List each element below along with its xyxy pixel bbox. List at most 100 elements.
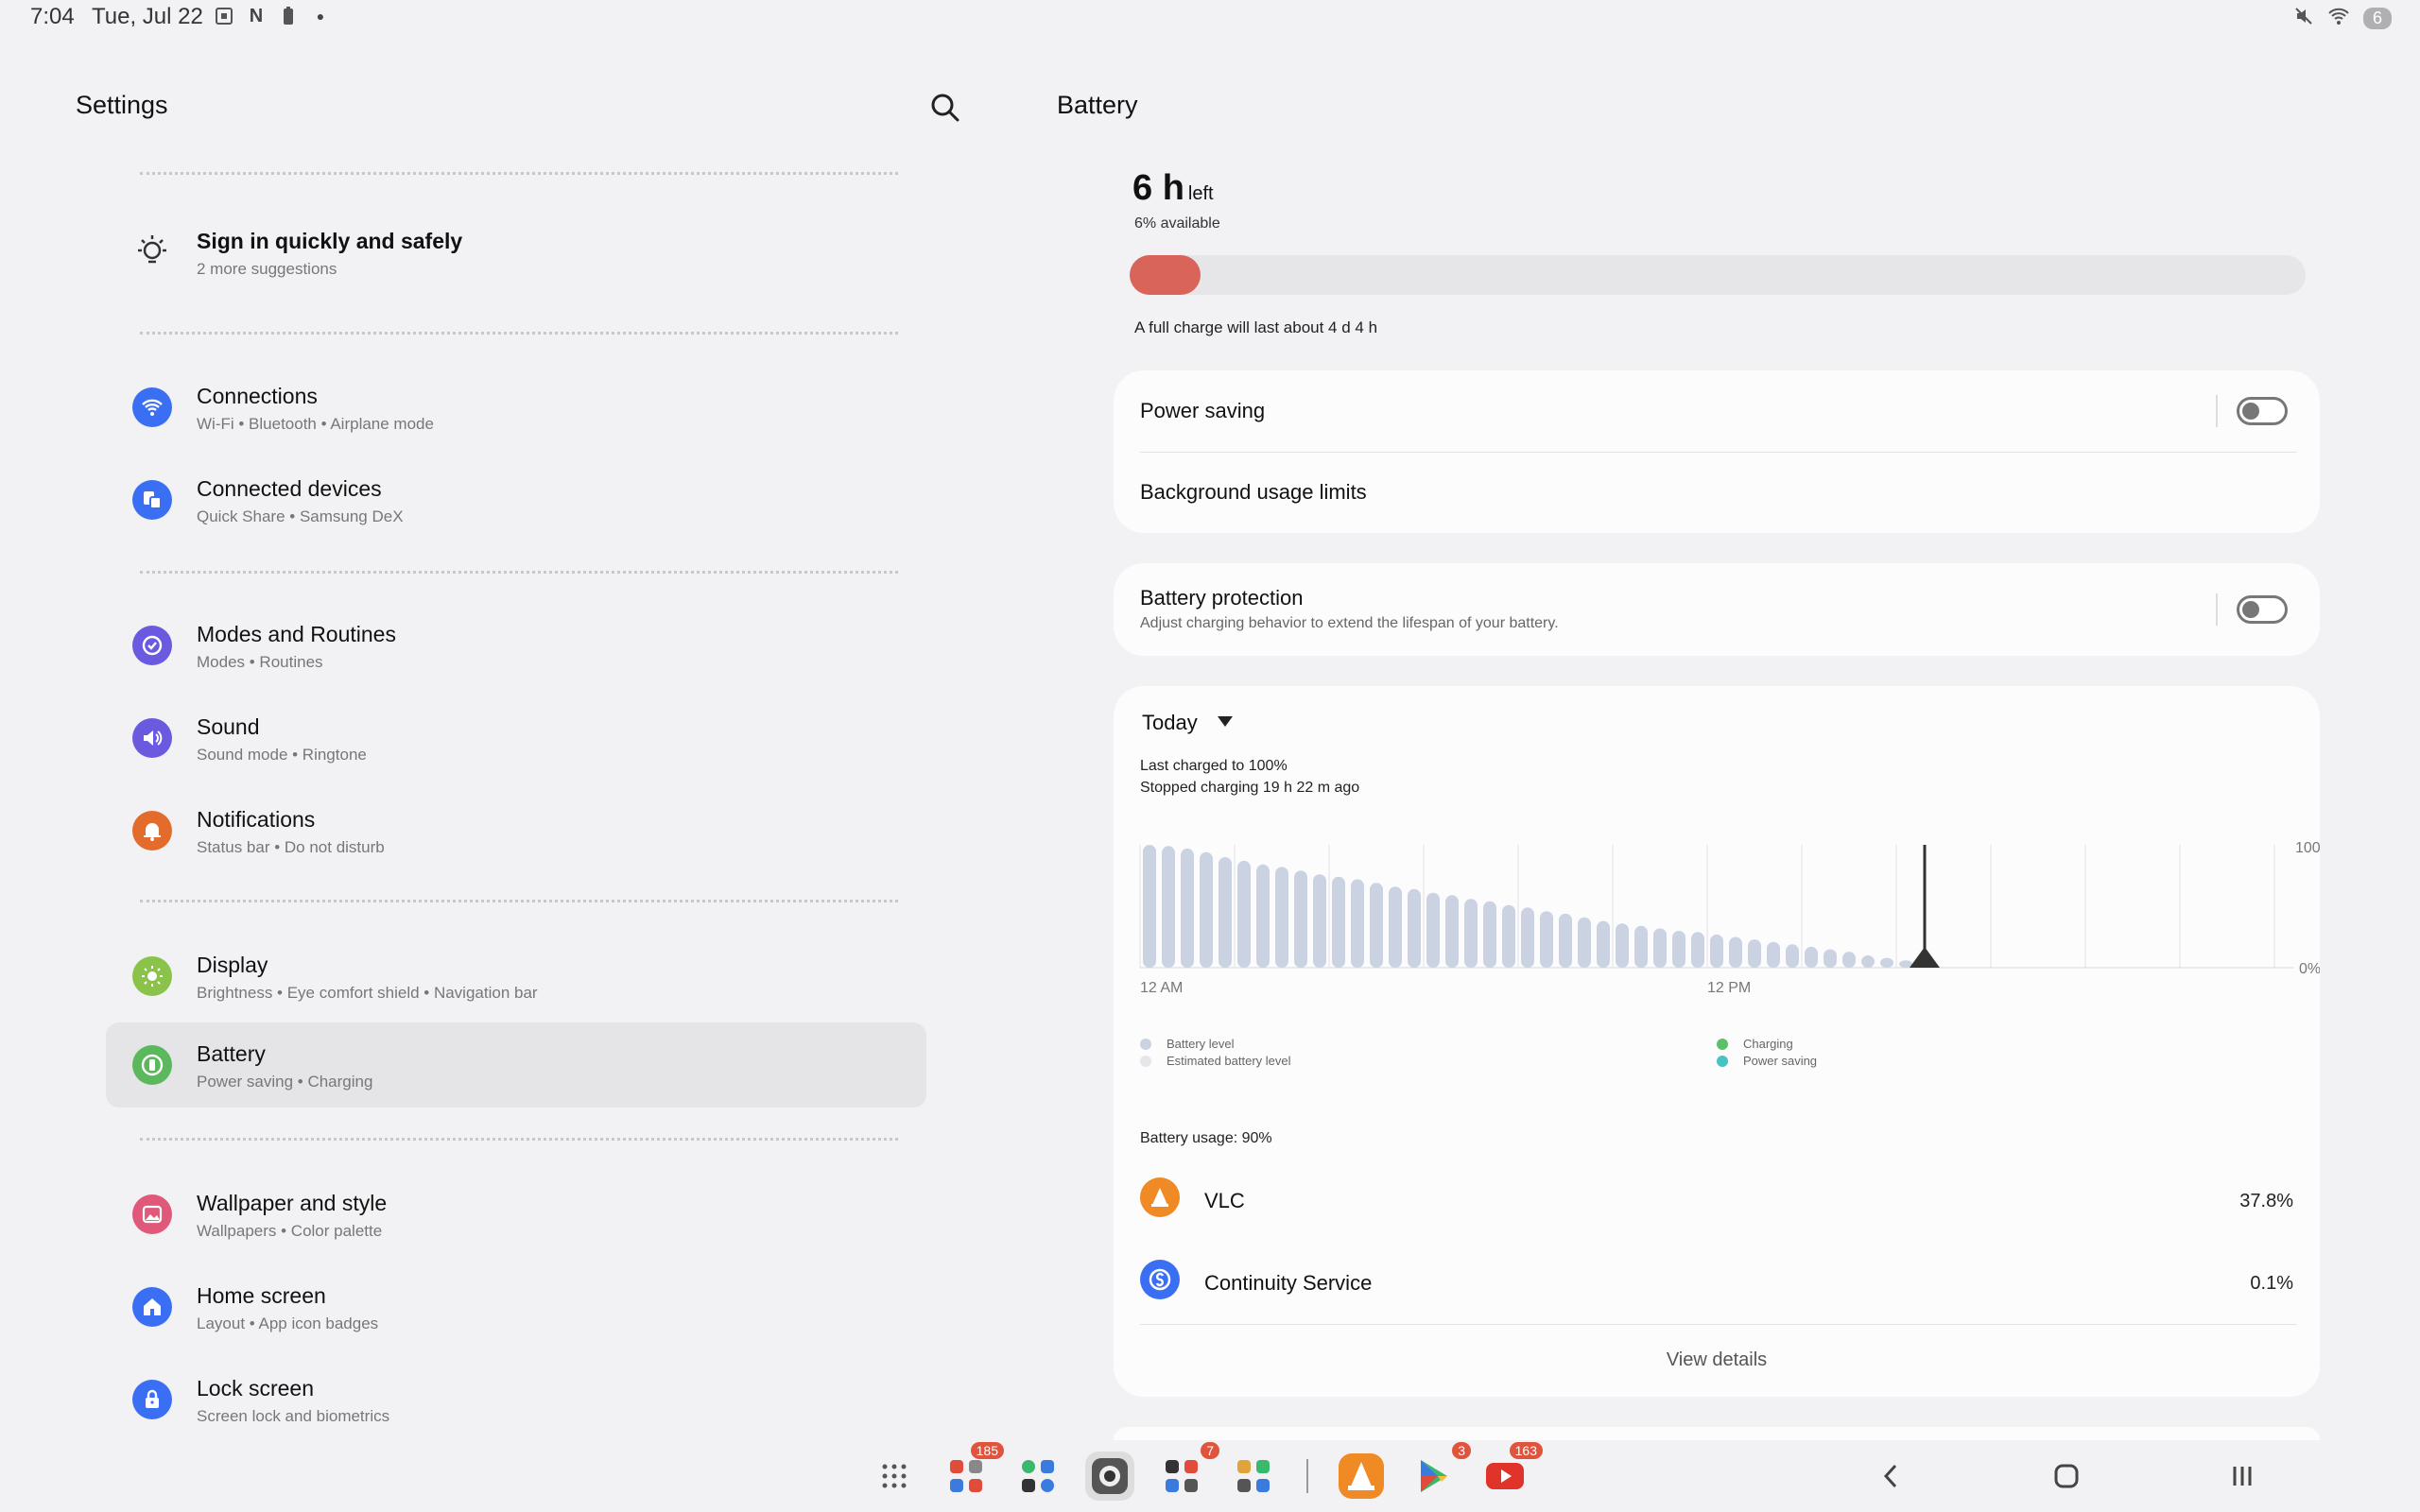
settings-item-display[interactable]: Display Brightness • Eye comfort shield •… bbox=[106, 934, 926, 1019]
settings-item-connections[interactable]: Connections Wi-Fi • Bluetooth • Airplane … bbox=[106, 365, 926, 450]
status-date: Tue, Jul 22 bbox=[92, 4, 203, 29]
routines-icon bbox=[132, 626, 172, 665]
screenshot-icon bbox=[214, 6, 234, 26]
lock-icon bbox=[132, 1380, 172, 1419]
back-button[interactable] bbox=[1872, 1457, 1910, 1495]
chart-bar bbox=[1767, 941, 1780, 968]
settings-item-title: Sound bbox=[197, 714, 260, 739]
folder-2-button[interactable] bbox=[1013, 1452, 1063, 1501]
play-store-button[interactable]: 3 bbox=[1409, 1442, 1471, 1501]
search-button[interactable] bbox=[928, 91, 962, 125]
chart-bar bbox=[1483, 901, 1496, 968]
x-tick-label: 12 PM bbox=[1707, 980, 1751, 996]
full-charge-estimate: A full charge will last about 4 d 4 h bbox=[1134, 318, 1378, 336]
chart-bar bbox=[1256, 864, 1270, 968]
settings-item-subtitle: Screen lock and biometrics bbox=[197, 1407, 390, 1425]
settings-item-home-screen[interactable]: Home screen Layout • App icon badges bbox=[106, 1264, 926, 1349]
battery-protection-toggle[interactable] bbox=[2237, 595, 2288, 624]
divider bbox=[1140, 1324, 2297, 1325]
legend-charging: Charging bbox=[1743, 1037, 1793, 1051]
battery-saver-icon bbox=[278, 6, 299, 26]
status-notification-icons: N ● bbox=[214, 6, 331, 26]
folder-3-icon bbox=[1166, 1460, 1198, 1492]
image-icon bbox=[132, 1194, 172, 1234]
battery-protection-title: Battery protection bbox=[1140, 586, 1304, 610]
settings-item-title: Connections bbox=[197, 384, 318, 408]
x-tick-label: 12 AM bbox=[1140, 980, 1183, 996]
chevron-down-icon bbox=[1218, 716, 1233, 727]
home-button[interactable] bbox=[2048, 1457, 2085, 1495]
divider bbox=[140, 900, 898, 902]
app-name: VLC bbox=[1204, 1189, 1245, 1212]
settings-item-lock-screen[interactable]: Lock screen Screen lock and biometrics bbox=[106, 1357, 926, 1442]
settings-title: Settings bbox=[76, 91, 168, 119]
settings-item-subtitle: Layout • App icon badges bbox=[197, 1314, 379, 1332]
settings-item-subtitle: Modes • Routines bbox=[197, 653, 323, 671]
chart-now-marker-head bbox=[1910, 947, 1940, 968]
legend-dot-charging bbox=[1717, 1039, 1728, 1050]
settings-item-wallpaper-and-style[interactable]: Wallpaper and style Wallpapers • Color pa… bbox=[106, 1172, 926, 1257]
legend-dot-estimated bbox=[1140, 1056, 1151, 1067]
apps-grid-button[interactable] bbox=[870, 1452, 919, 1501]
mute-icon bbox=[2293, 6, 2314, 31]
battery-protection-card[interactable]: Battery protection Adjust charging behav… bbox=[1114, 563, 2320, 656]
settings-item-battery[interactable]: Battery Power saving • Charging bbox=[106, 1022, 926, 1108]
vlc-icon bbox=[1140, 1177, 1180, 1217]
battery-usage-label: Battery usage: 90% bbox=[1140, 1130, 1272, 1146]
divider bbox=[140, 332, 898, 335]
chart-bar bbox=[1748, 939, 1761, 968]
badge: 163 bbox=[1509, 1442, 1543, 1459]
folder-4-icon bbox=[1237, 1460, 1270, 1492]
power-saving-label[interactable]: Power saving bbox=[1140, 399, 1265, 423]
hours-unit: left bbox=[1187, 183, 1214, 204]
suggestion-sign-in[interactable]: Sign in quickly and safely 2 more sugges… bbox=[106, 210, 926, 295]
chart-bar bbox=[1351, 879, 1364, 968]
battery-page-title: Battery bbox=[1057, 91, 1138, 119]
folder-3-button[interactable]: 7 bbox=[1157, 1442, 1219, 1501]
play-store-icon bbox=[1421, 1460, 1447, 1492]
chart-bar bbox=[1729, 936, 1742, 968]
status-bar: 7:04 Tue, Jul 22 N ● 6 bbox=[0, 0, 2420, 38]
period-label: Today bbox=[1142, 711, 1198, 734]
folder-4-button[interactable] bbox=[1229, 1452, 1278, 1501]
next-card-edge bbox=[1114, 1427, 2320, 1440]
chart-bar bbox=[1408, 888, 1421, 968]
settings-item-title: Home screen bbox=[197, 1283, 326, 1308]
background-usage-limits[interactable]: Background usage limits bbox=[1140, 480, 1367, 505]
settings-item-title: Battery bbox=[197, 1041, 266, 1066]
recents-button[interactable] bbox=[2223, 1457, 2261, 1495]
hours-value: 6 h bbox=[1132, 168, 1184, 208]
settings-item-subtitle: Power saving • Charging bbox=[197, 1073, 373, 1091]
view-details-button[interactable]: View details bbox=[1114, 1349, 2320, 1371]
settings-item-modes-and-routines[interactable]: Modes and Routines Modes • Routines bbox=[106, 603, 926, 688]
chart-bar bbox=[1445, 895, 1459, 968]
chart-bar bbox=[1616, 923, 1629, 968]
settings-item-connected-devices[interactable]: Connected devices Quick Share • Samsung D… bbox=[106, 457, 926, 542]
chart-bar bbox=[1370, 883, 1383, 968]
badge: 7 bbox=[1201, 1442, 1219, 1459]
settings-item-subtitle: Quick Share • Samsung DeX bbox=[197, 507, 404, 525]
power-saving-toggle[interactable] bbox=[2237, 397, 2288, 425]
status-time: 7:04 bbox=[30, 4, 75, 29]
chart-bar bbox=[1786, 944, 1799, 968]
camera-button[interactable] bbox=[1085, 1452, 1134, 1501]
chart-bar bbox=[1691, 932, 1704, 968]
wifi-icon bbox=[2327, 6, 2350, 31]
suggestion-subtitle: 2 more suggestions bbox=[197, 260, 337, 278]
settings-item-notifications[interactable]: Notifications Status bar • Do not disturb bbox=[106, 788, 926, 873]
app-name: Continuity Service bbox=[1204, 1271, 1373, 1295]
youtube-button[interactable]: 163 bbox=[1480, 1442, 1543, 1501]
folder-1-button[interactable]: 185 bbox=[942, 1442, 1004, 1501]
apps-grid-icon bbox=[882, 1464, 907, 1488]
settings-item-title: Connected devices bbox=[197, 476, 382, 501]
battery-usage-card: Today Last charged to 100% Stopped charg… bbox=[1114, 686, 2320, 1397]
chart-bar bbox=[1313, 874, 1326, 968]
vlc-button[interactable] bbox=[1337, 1452, 1386, 1501]
settings-item-title: Lock screen bbox=[197, 1376, 315, 1400]
vlc-icon bbox=[1339, 1453, 1384, 1499]
chart-bar bbox=[1672, 931, 1685, 968]
settings-item-sound[interactable]: Sound Sound mode • Ringtone bbox=[106, 696, 926, 781]
chart-bar bbox=[1710, 934, 1723, 968]
divider bbox=[140, 1138, 898, 1141]
sun-icon bbox=[132, 956, 172, 996]
